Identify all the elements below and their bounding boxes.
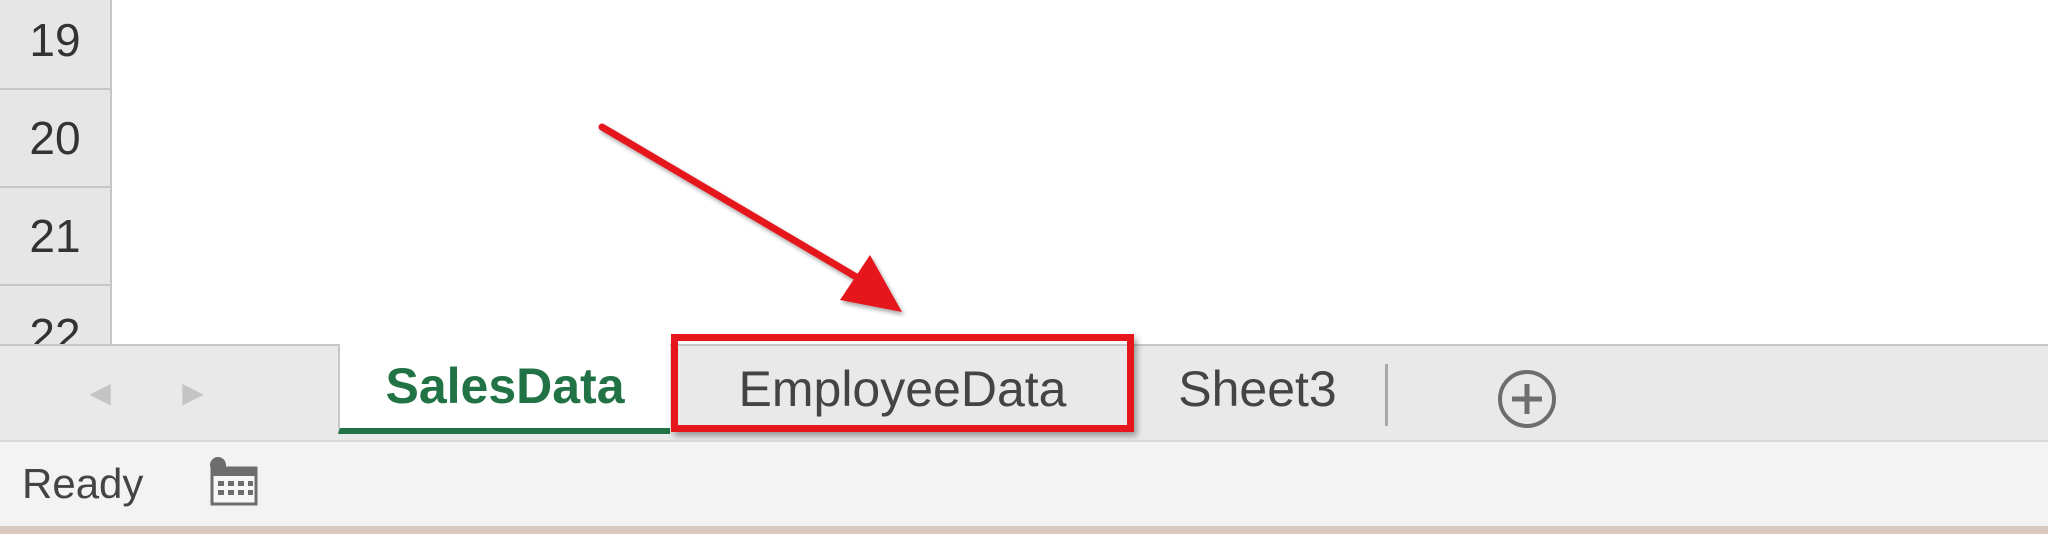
- sheet-tab-employeedata[interactable]: EmployeeData: [670, 344, 1135, 434]
- row-header-21[interactable]: 21: [0, 188, 110, 286]
- sheet-tab-label: EmployeeData: [738, 361, 1067, 417]
- excel-window: 19 20 21 22 ◀ ▶ SalesData EmployeeData S…: [0, 0, 2048, 534]
- status-ready-text: Ready: [22, 460, 144, 507]
- triangle-right-icon[interactable]: ▶: [178, 378, 208, 408]
- triangle-left-icon[interactable]: ◀: [85, 378, 115, 408]
- tab-divider: [1385, 364, 1388, 426]
- sheet-tab-label: Sheet3: [1178, 361, 1337, 417]
- macro-record-icon[interactable]: [208, 456, 260, 508]
- plus-circle-icon[interactable]: [1496, 368, 1558, 430]
- row-header-19[interactable]: 19: [0, 0, 110, 90]
- row-header-20[interactable]: 20: [0, 90, 110, 188]
- status-bar: Ready: [0, 440, 2048, 526]
- sheet-tab-sheet3[interactable]: Sheet3: [1140, 344, 1375, 434]
- sheet-tab-bar: ◀ ▶ SalesData EmployeeData Sheet3: [0, 344, 2048, 440]
- sheet-tab-label: SalesData: [385, 358, 625, 414]
- worksheet-grid[interactable]: 19 20 21 22: [0, 0, 2048, 384]
- window-bottom-edge: [0, 526, 2048, 534]
- sheet-tab-salesdata[interactable]: SalesData: [338, 344, 670, 434]
- row-headers: 19 20 21 22: [0, 0, 112, 384]
